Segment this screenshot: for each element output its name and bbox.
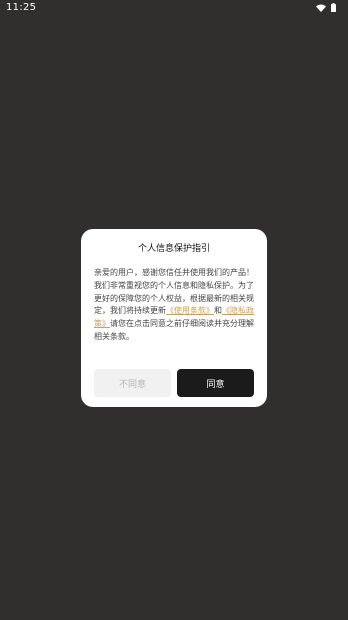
status-bar: 11:25 <box>0 0 348 18</box>
terms-link[interactable]: 《使用条款》 <box>166 306 214 315</box>
battery-icon <box>331 3 336 12</box>
dialog-body: 亲爱的用户，感谢您信任并使用我们的产品！我们非常重视您的个人信息和隐私保护。为了… <box>94 267 256 344</box>
status-time: 11:25 <box>6 2 37 13</box>
disagree-button[interactable]: 不同意 <box>94 369 171 397</box>
privacy-dialog: 个人信息保护指引 亲爱的用户，感谢您信任并使用我们的产品！我们非常重视您的个人信… <box>81 229 267 407</box>
agree-button[interactable]: 同意 <box>177 369 254 397</box>
and-text: 和 <box>214 306 222 316</box>
dialog-title: 个人信息保护指引 <box>137 244 210 254</box>
status-icons <box>316 3 336 12</box>
wifi-icon <box>316 4 326 12</box>
body-text-after: 请您在点击同意之前仔细阅读并充分理解相关条款。 <box>94 319 254 341</box>
